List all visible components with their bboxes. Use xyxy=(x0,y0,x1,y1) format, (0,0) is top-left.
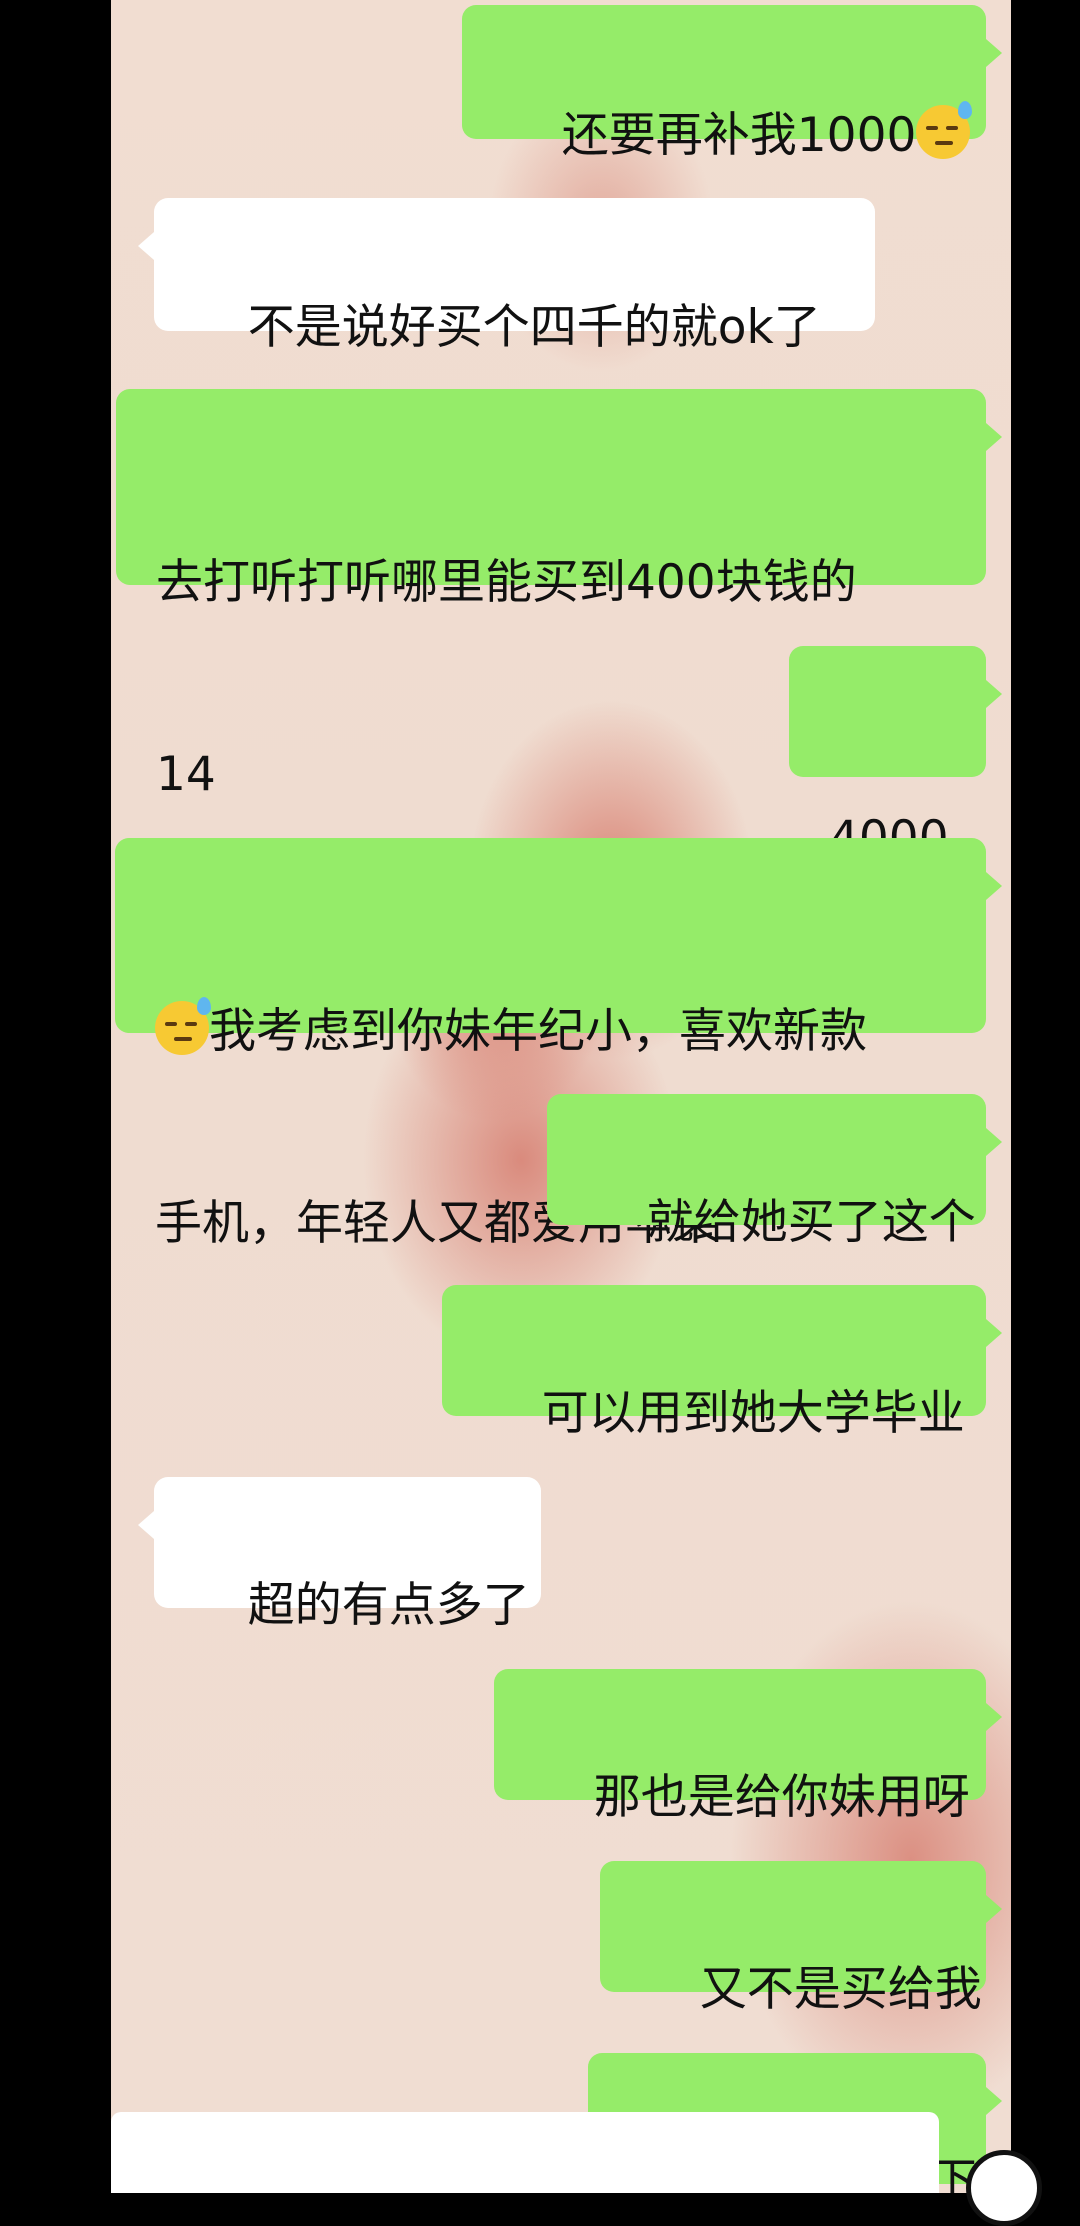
message-bubble-outgoing[interactable]: 4000 xyxy=(789,646,1002,866)
message-text: 不是说好买个四千的就ok了 xyxy=(247,300,821,355)
sweat-smile-emoji-icon xyxy=(155,997,211,1055)
message-text: 那也是给你妹用呀 xyxy=(593,1770,970,1825)
message-text: 可以用到她大学毕业 xyxy=(541,1386,965,1441)
message-text: 就给她买了这个 xyxy=(646,1195,976,1250)
message-bubble-outgoing[interactable]: 去打听打听哪里能买到400块钱的 14 xyxy=(116,389,1002,802)
message-bubble-outgoing[interactable]: 还要再补我1000 xyxy=(462,5,1002,163)
message-text: 超的有点多了 xyxy=(247,1578,530,1633)
message-text-line: 去打听打听哪里能买到400块钱的 xyxy=(156,555,857,610)
sweat-smile-emoji-icon xyxy=(916,101,973,159)
message-bubble-outgoing[interactable]: 又不是买给我 xyxy=(600,1861,1002,2017)
message-bubble-outgoing[interactable]: 就给她买了这个 xyxy=(547,1094,1002,1250)
chat-area[interactable]: 还要再补我1000 不是说好买个四千的就ok了 去打听打听哪里能买到400块钱的… xyxy=(111,0,1011,2193)
message-text: 还要再补我1000 xyxy=(561,108,917,163)
message-text: 又不是买给我 xyxy=(699,1962,982,2017)
message-bubble-outgoing[interactable]: 可以用到她大学毕业 xyxy=(442,1285,1002,1441)
voice-circle-icon[interactable] xyxy=(966,2150,1042,2226)
message-bubble-outgoing[interactable]: 我考虑到你妹年纪小，喜欢新款 手机，年轻人又都爱用苹果 xyxy=(115,838,1002,1251)
message-bubble-incoming[interactable]: 超的有点多了 xyxy=(138,1477,541,1633)
message-bubble-incoming[interactable]: 不是说好买个四千的就ok了 xyxy=(138,198,875,355)
screen-edge xyxy=(1011,0,1080,2193)
message-input-bar[interactable] xyxy=(111,2112,939,2193)
message-bubble-outgoing[interactable]: 那也是给你妹用呀 xyxy=(494,1669,1002,1825)
message-text-line: 我考虑到你妹年纪小，喜欢新款 xyxy=(155,997,986,1064)
